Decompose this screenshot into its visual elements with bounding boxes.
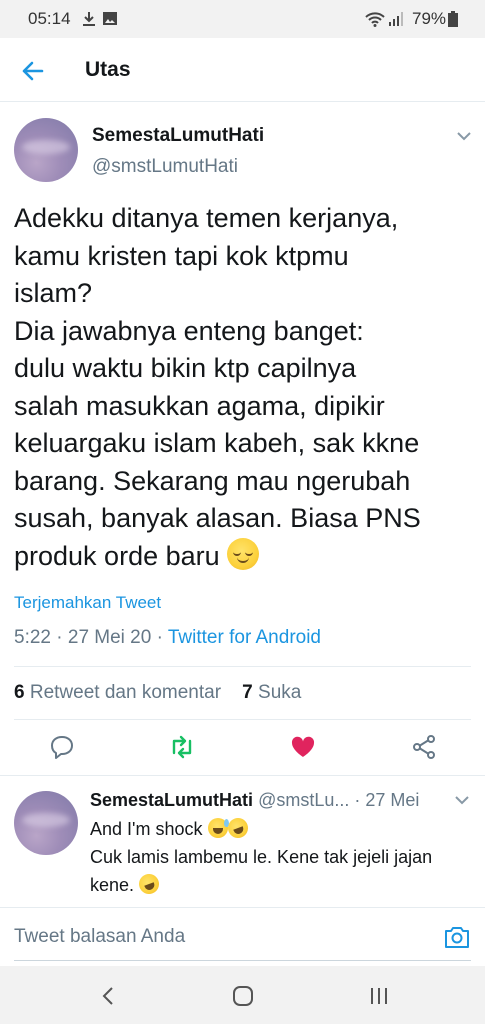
app-header: Utas <box>0 38 485 102</box>
tweet-meta: 5:22 · 27 Mei 20 · Twitter for Android <box>14 627 321 648</box>
avatar[interactable] <box>14 118 78 182</box>
status-time: 05:14 <box>28 9 71 28</box>
battery-icon <box>448 11 458 27</box>
retweet-icon[interactable] <box>168 733 196 761</box>
divider <box>0 775 485 776</box>
nav-back-icon[interactable] <box>98 985 120 1007</box>
translate-tweet-link[interactable]: Terjemahkan Tweet <box>14 593 161 613</box>
author-name[interactable]: SemestaLumutHati <box>92 125 264 147</box>
nav-home-icon[interactable] <box>232 985 254 1007</box>
tweet-date: 27 Mei 20 <box>67 627 152 648</box>
system-nav-bar <box>0 966 485 1024</box>
tweet-stats: 6 Retweet dan komentar 7 Suka <box>14 682 301 704</box>
reply-handle[interactable]: @smstLu... <box>258 790 349 810</box>
reply-date: 27 Mei <box>365 790 420 810</box>
status-bar: 05:14 79% <box>0 0 485 38</box>
wifi-icon <box>365 12 385 27</box>
like-icon[interactable] <box>289 733 317 761</box>
rofl-emoji <box>136 871 162 897</box>
retweets-stat[interactable]: 6 Retweet dan komentar <box>14 682 221 703</box>
tweet-text: Adekku ditanya temen kerjanya, kamu krist… <box>14 203 421 571</box>
reply-author-name[interactable]: SemestaLumutHati <box>90 790 253 810</box>
tweet-source-link[interactable]: Twitter for Android <box>168 627 321 648</box>
relieved-face-emoji <box>227 537 260 570</box>
reply-icon[interactable] <box>48 733 76 761</box>
nav-recents-icon[interactable] <box>368 985 390 1007</box>
likes-stat[interactable]: 7 Suka <box>242 682 301 703</box>
share-icon[interactable] <box>410 733 438 761</box>
rofl-emoji <box>224 815 251 841</box>
reply-avatar[interactable] <box>14 791 78 855</box>
reply-text: And I'm shock Cuk lamis lambemu le. Kene… <box>90 815 475 899</box>
grinning-sweat-emoji <box>207 818 229 838</box>
back-arrow-icon[interactable] <box>18 56 48 86</box>
image-icon <box>103 12 117 25</box>
signal-icon <box>389 12 403 26</box>
divider <box>14 666 471 667</box>
chevron-down-icon[interactable] <box>456 131 472 141</box>
reply-header: SemestaLumutHati @smstLu... · 27 Mei <box>90 790 420 810</box>
reply-input[interactable]: Tweet balasan Anda <box>14 926 185 948</box>
download-icon <box>83 12 95 26</box>
reply-input-underline <box>14 960 471 961</box>
author-handle[interactable]: @smstLumutHati <box>92 156 238 178</box>
page-title: Utas <box>85 58 131 81</box>
tweet-time: 5:22 <box>14 627 51 648</box>
divider <box>0 907 485 908</box>
camera-icon[interactable] <box>443 924 471 950</box>
divider <box>14 719 471 720</box>
battery-percent: 79% <box>412 9 447 28</box>
reply-chevron-down-icon[interactable] <box>454 795 470 805</box>
